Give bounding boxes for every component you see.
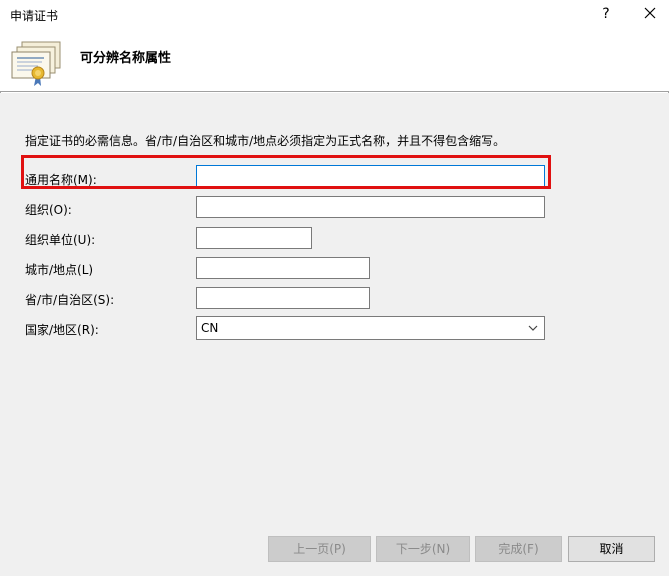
city-label: 城市/地点(L) xyxy=(25,263,94,277)
next-button[interactable]: 下一步(N) xyxy=(376,536,470,562)
state-input[interactable] xyxy=(196,287,370,309)
finish-button[interactable]: 完成(F) xyxy=(475,536,562,562)
state-label: 省/市/自治区(S): xyxy=(25,293,115,307)
country-select[interactable]: CN xyxy=(196,316,545,340)
window-title: 申请证书 xyxy=(10,9,59,23)
org-unit-label: 组织单位(U): xyxy=(25,233,96,247)
common-name-input[interactable] xyxy=(196,165,545,187)
page-title: 可分辨名称属性 xyxy=(80,51,172,66)
form-panel: 指定证书的必需信息。省/市/自治区和城市/地点必须指定为正式名称，并且不得包含缩… xyxy=(0,93,669,527)
country-select-value: CN xyxy=(201,321,219,335)
title-bar: 申请证书 ? xyxy=(0,0,669,30)
common-name-label: 通用名称(M): xyxy=(25,173,97,187)
certificate-icon xyxy=(11,41,61,86)
country-label: 国家/地区(R): xyxy=(25,323,99,337)
organization-input[interactable] xyxy=(196,196,545,218)
help-button[interactable]: ? xyxy=(596,2,616,26)
org-unit-input[interactable] xyxy=(196,227,312,249)
instruction-text: 指定证书的必需信息。省/市/自治区和城市/地点必须指定为正式名称，并且不得包含缩… xyxy=(25,134,506,148)
wizard-header: 可分辨名称属性 xyxy=(0,30,669,92)
organization-label: 组织(O): xyxy=(25,203,72,217)
chevron-down-icon xyxy=(528,325,538,331)
button-bar: 上一页(P) 下一步(N) 完成(F) 取消 xyxy=(0,527,669,576)
prev-button[interactable]: 上一页(P) xyxy=(268,536,371,562)
close-icon xyxy=(644,7,656,19)
city-input[interactable] xyxy=(196,257,370,279)
cancel-button[interactable]: 取消 xyxy=(568,536,655,562)
close-button[interactable] xyxy=(638,2,662,26)
